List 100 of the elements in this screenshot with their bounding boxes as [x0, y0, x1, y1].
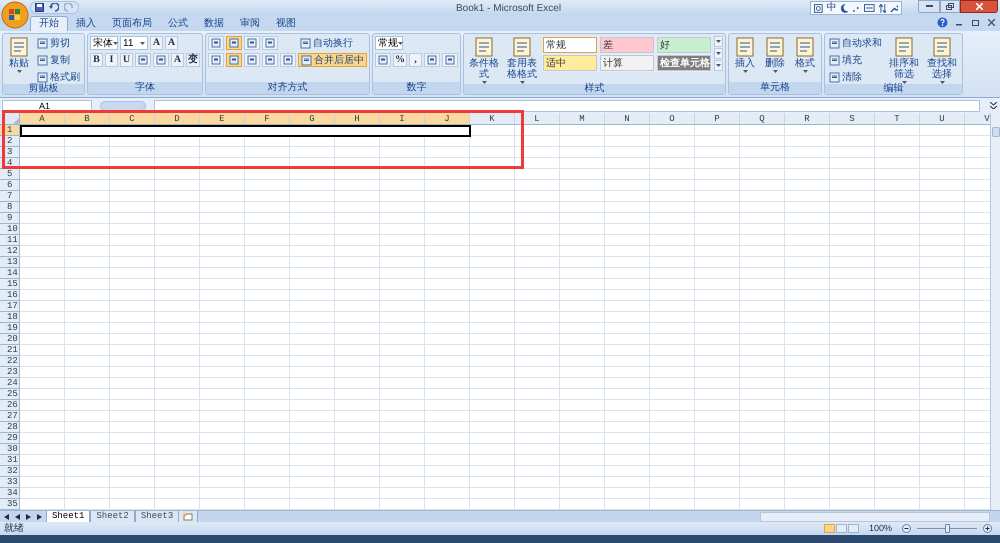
- row-header[interactable]: 33: [0, 477, 20, 488]
- row-header[interactable]: 26: [0, 400, 20, 411]
- column-header[interactable]: E: [200, 113, 245, 124]
- row-header[interactable]: 21: [0, 345, 20, 356]
- row-header[interactable]: 22: [0, 356, 20, 367]
- row-header[interactable]: 12: [0, 246, 20, 257]
- row-header[interactable]: 7: [0, 191, 20, 202]
- row-header[interactable]: 27: [0, 411, 20, 422]
- column-header[interactable]: F: [245, 113, 290, 124]
- cell-style-swatch[interactable]: 计算: [600, 55, 654, 71]
- row-header[interactable]: 23: [0, 367, 20, 378]
- sheet-tab[interactable]: Sheet3: [134, 510, 180, 522]
- format-button[interactable]: U: [120, 53, 133, 67]
- ribbon-button[interactable]: 排序和筛选: [886, 34, 922, 84]
- format-button[interactable]: 变: [186, 53, 200, 67]
- format-button[interactable]: I: [105, 53, 118, 67]
- column-header[interactable]: H: [335, 113, 380, 124]
- ribbon-tab[interactable]: 数据: [196, 16, 232, 31]
- toolbar-button[interactable]: [262, 36, 278, 50]
- help-button[interactable]: [937, 17, 948, 28]
- column-header[interactable]: G: [290, 113, 335, 124]
- row-header[interactable]: 29: [0, 433, 20, 444]
- ime-mode-label[interactable]: 中: [826, 3, 837, 13]
- row-header[interactable]: 15: [0, 279, 20, 290]
- zoom-out-button[interactable]: [902, 524, 911, 533]
- ribbon-button[interactable]: 删除: [761, 34, 789, 73]
- format-button[interactable]: A: [171, 53, 184, 67]
- row-header[interactable]: 17: [0, 301, 20, 312]
- row-header[interactable]: 30: [0, 444, 20, 455]
- zoom-in-button[interactable]: [983, 524, 992, 533]
- row-header[interactable]: 14: [0, 268, 20, 279]
- format-button[interactable]: ,: [409, 53, 422, 67]
- restore-button[interactable]: [940, 0, 960, 13]
- ribbon-button[interactable]: 清除: [827, 70, 884, 84]
- toolbar-button[interactable]: [244, 36, 260, 50]
- cell-grid[interactable]: [20, 125, 990, 510]
- format-button[interactable]: A: [150, 36, 163, 50]
- column-header[interactable]: D: [155, 113, 200, 124]
- toolbar-button[interactable]: [280, 53, 296, 67]
- row-header[interactable]: 32: [0, 466, 20, 477]
- toolbar-button[interactable]: [424, 53, 440, 67]
- row-header[interactable]: 24: [0, 378, 20, 389]
- column-header[interactable]: I: [380, 113, 425, 124]
- ribbon-button[interactable]: 自动求和: [827, 36, 884, 50]
- ribbon-button[interactable]: 格式刷: [35, 70, 82, 84]
- sheet-tab[interactable]: Sheet2: [90, 510, 135, 522]
- ribbon-tab[interactable]: 审阅: [232, 16, 268, 31]
- column-header[interactable]: B: [65, 113, 110, 124]
- ribbon-tab[interactable]: 视图: [268, 16, 304, 31]
- ribbon-button[interactable]: 复制: [35, 53, 82, 67]
- column-header[interactable]: J: [425, 113, 470, 124]
- toolbar-button[interactable]: [375, 53, 391, 67]
- formula-bar-handle[interactable]: [100, 100, 146, 110]
- cell-style-swatch[interactable]: 适中: [543, 55, 597, 71]
- row-header[interactable]: 31: [0, 455, 20, 466]
- row-header[interactable]: 11: [0, 235, 20, 246]
- row-header[interactable]: 6: [0, 180, 20, 191]
- last-sheet-button[interactable]: [36, 513, 43, 520]
- ribbon-tab[interactable]: 页面布局: [104, 16, 160, 31]
- column-header[interactable]: A: [20, 113, 65, 124]
- cell-style-swatch[interactable]: 常规: [543, 37, 597, 53]
- format-button[interactable]: A: [165, 36, 178, 50]
- column-header[interactable]: C: [110, 113, 155, 124]
- name-box[interactable]: A1: [2, 100, 92, 112]
- ribbon-button[interactable]: 合并后居中: [298, 53, 367, 67]
- toolbar-button[interactable]: [226, 53, 242, 67]
- prev-sheet-button[interactable]: [14, 513, 21, 520]
- row-header[interactable]: 35: [0, 499, 20, 510]
- row-header[interactable]: 34: [0, 488, 20, 499]
- minimize-button[interactable]: [918, 0, 940, 13]
- row-header[interactable]: 16: [0, 290, 20, 301]
- dropdown-field[interactable]: 11: [120, 36, 148, 50]
- ribbon-button[interactable]: 格式: [791, 34, 819, 73]
- first-sheet-button[interactable]: [3, 513, 10, 520]
- vertical-scrollbar[interactable]: [990, 113, 1000, 510]
- row-header[interactable]: 18: [0, 312, 20, 323]
- row-header[interactable]: 25: [0, 389, 20, 400]
- ribbon-button[interactable]: 条件格式: [466, 34, 502, 84]
- close-button[interactable]: [960, 0, 998, 13]
- row-header[interactable]: 8: [0, 202, 20, 213]
- ribbon-button[interactable]: 剪切: [35, 36, 82, 50]
- row-header[interactable]: 19: [0, 323, 20, 334]
- row-header[interactable]: 9: [0, 213, 20, 224]
- ribbon-button[interactable]: 粘贴: [5, 34, 33, 73]
- cell-style-swatch[interactable]: 差: [600, 37, 654, 53]
- ribbon-button[interactable]: 插入: [731, 34, 759, 73]
- row-header[interactable]: 20: [0, 334, 20, 345]
- toolbar-button[interactable]: [153, 53, 169, 67]
- toolbar-button[interactable]: [226, 36, 242, 50]
- toolbar-button[interactable]: [135, 53, 151, 67]
- format-button[interactable]: B: [90, 53, 103, 67]
- dropdown-field[interactable]: 宋体: [90, 36, 118, 50]
- sheet-tab[interactable]: Sheet1: [46, 510, 90, 522]
- ribbon-tab[interactable]: 开始: [30, 16, 68, 31]
- formula-input[interactable]: [154, 100, 980, 112]
- close-button[interactable]: [988, 18, 996, 26]
- cell-style-swatch[interactable]: 检查单元格: [657, 55, 711, 71]
- toolbar-button[interactable]: [208, 36, 224, 50]
- scroll-thumb[interactable]: [992, 127, 1000, 137]
- next-sheet-button[interactable]: [25, 513, 32, 520]
